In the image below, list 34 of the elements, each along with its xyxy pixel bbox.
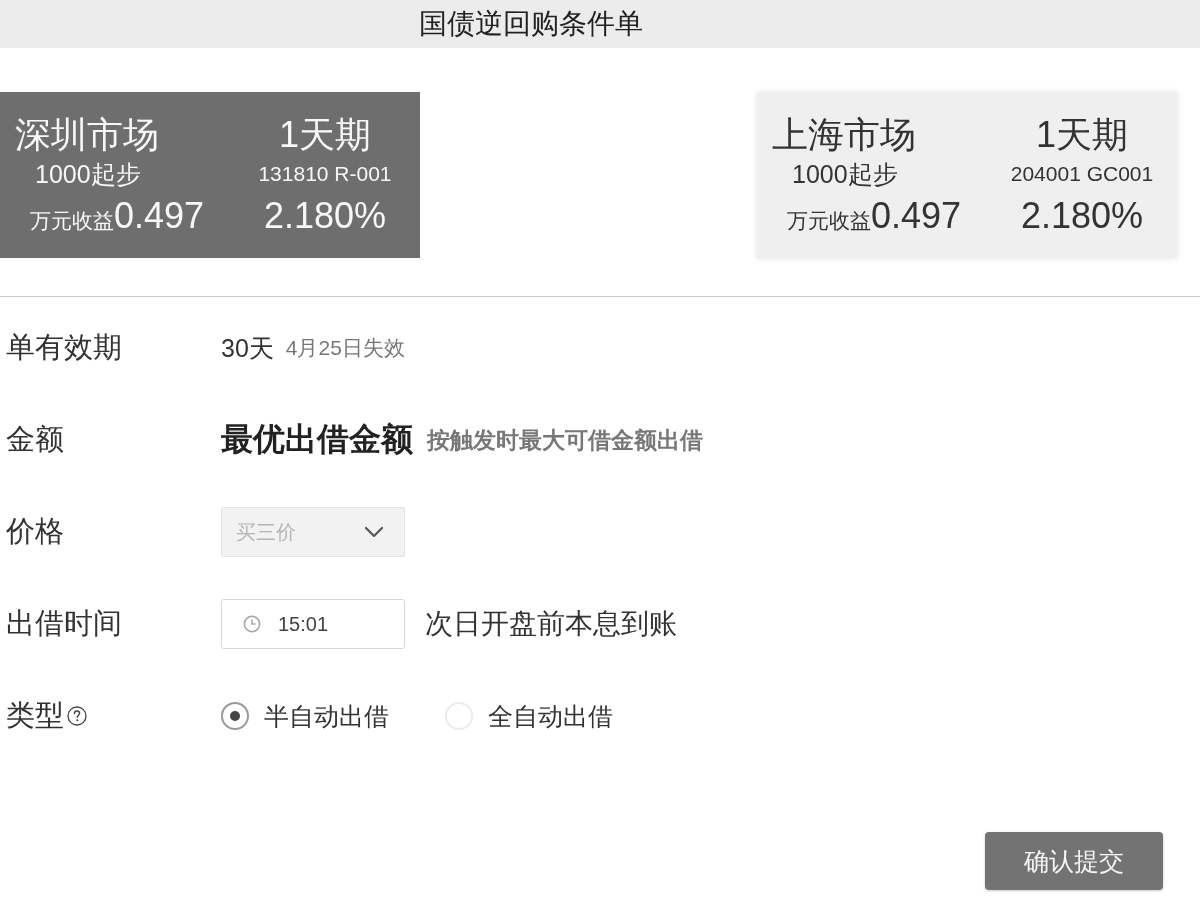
window-title: 国债逆回购条件单 xyxy=(419,7,643,41)
market-name: 深圳市场 xyxy=(15,112,159,157)
annual-rate: 2.180% xyxy=(263,195,387,237)
clock-icon xyxy=(243,615,261,633)
validity-value: 30天 xyxy=(221,332,274,364)
field-label: 价格 xyxy=(6,514,64,549)
field-label: 类型 xyxy=(6,698,64,733)
market-name: 上海市场 xyxy=(772,112,916,157)
settlement-note: 次日开盘前本息到账 xyxy=(425,607,677,641)
field-label: 出借时间 xyxy=(6,606,122,641)
submit-button[interactable]: 确认提交 xyxy=(985,832,1163,890)
expiry-note: 4月25日失效 xyxy=(285,335,405,361)
field-label: 金额 xyxy=(6,422,64,457)
time-field[interactable]: 15:01 xyxy=(221,599,405,649)
term-label: 1天期 xyxy=(1036,112,1128,157)
bond-code: 204001 GC001 xyxy=(1010,162,1154,186)
amount-note: 按触发时最大可借金额出借 xyxy=(427,425,703,455)
yield-value: 0.497 xyxy=(114,195,205,237)
chevron-down-icon xyxy=(364,526,384,538)
minimum-amount: 1000起步 xyxy=(792,158,898,190)
yield-value: 0.497 xyxy=(871,195,962,237)
term-label: 1天期 xyxy=(279,112,371,157)
help-icon[interactable] xyxy=(67,706,87,726)
radio-option[interactable]: 全自动出借 xyxy=(445,699,613,733)
bond-code: 131810 R-001 xyxy=(258,162,392,186)
radio-option[interactable]: 半自动出借 xyxy=(221,699,389,733)
market-card[interactable]: 上海市场 1天期 1000起步 204001 GC001 万元收益0.497 2.180% xyxy=(757,92,1177,258)
yield-label: 万元收益 xyxy=(30,208,114,234)
annual-rate: 2.180% xyxy=(1020,195,1144,237)
yield-label: 万元收益 xyxy=(787,208,871,234)
field-label: 单有效期 xyxy=(6,330,122,365)
market-card[interactable]: 深圳市场 1天期 1000起步 131810 R-001 万元收益0.497 2.180% xyxy=(0,92,420,258)
amount-value: 最优出借金额 xyxy=(221,420,413,459)
minimum-amount: 1000起步 xyxy=(35,158,141,190)
